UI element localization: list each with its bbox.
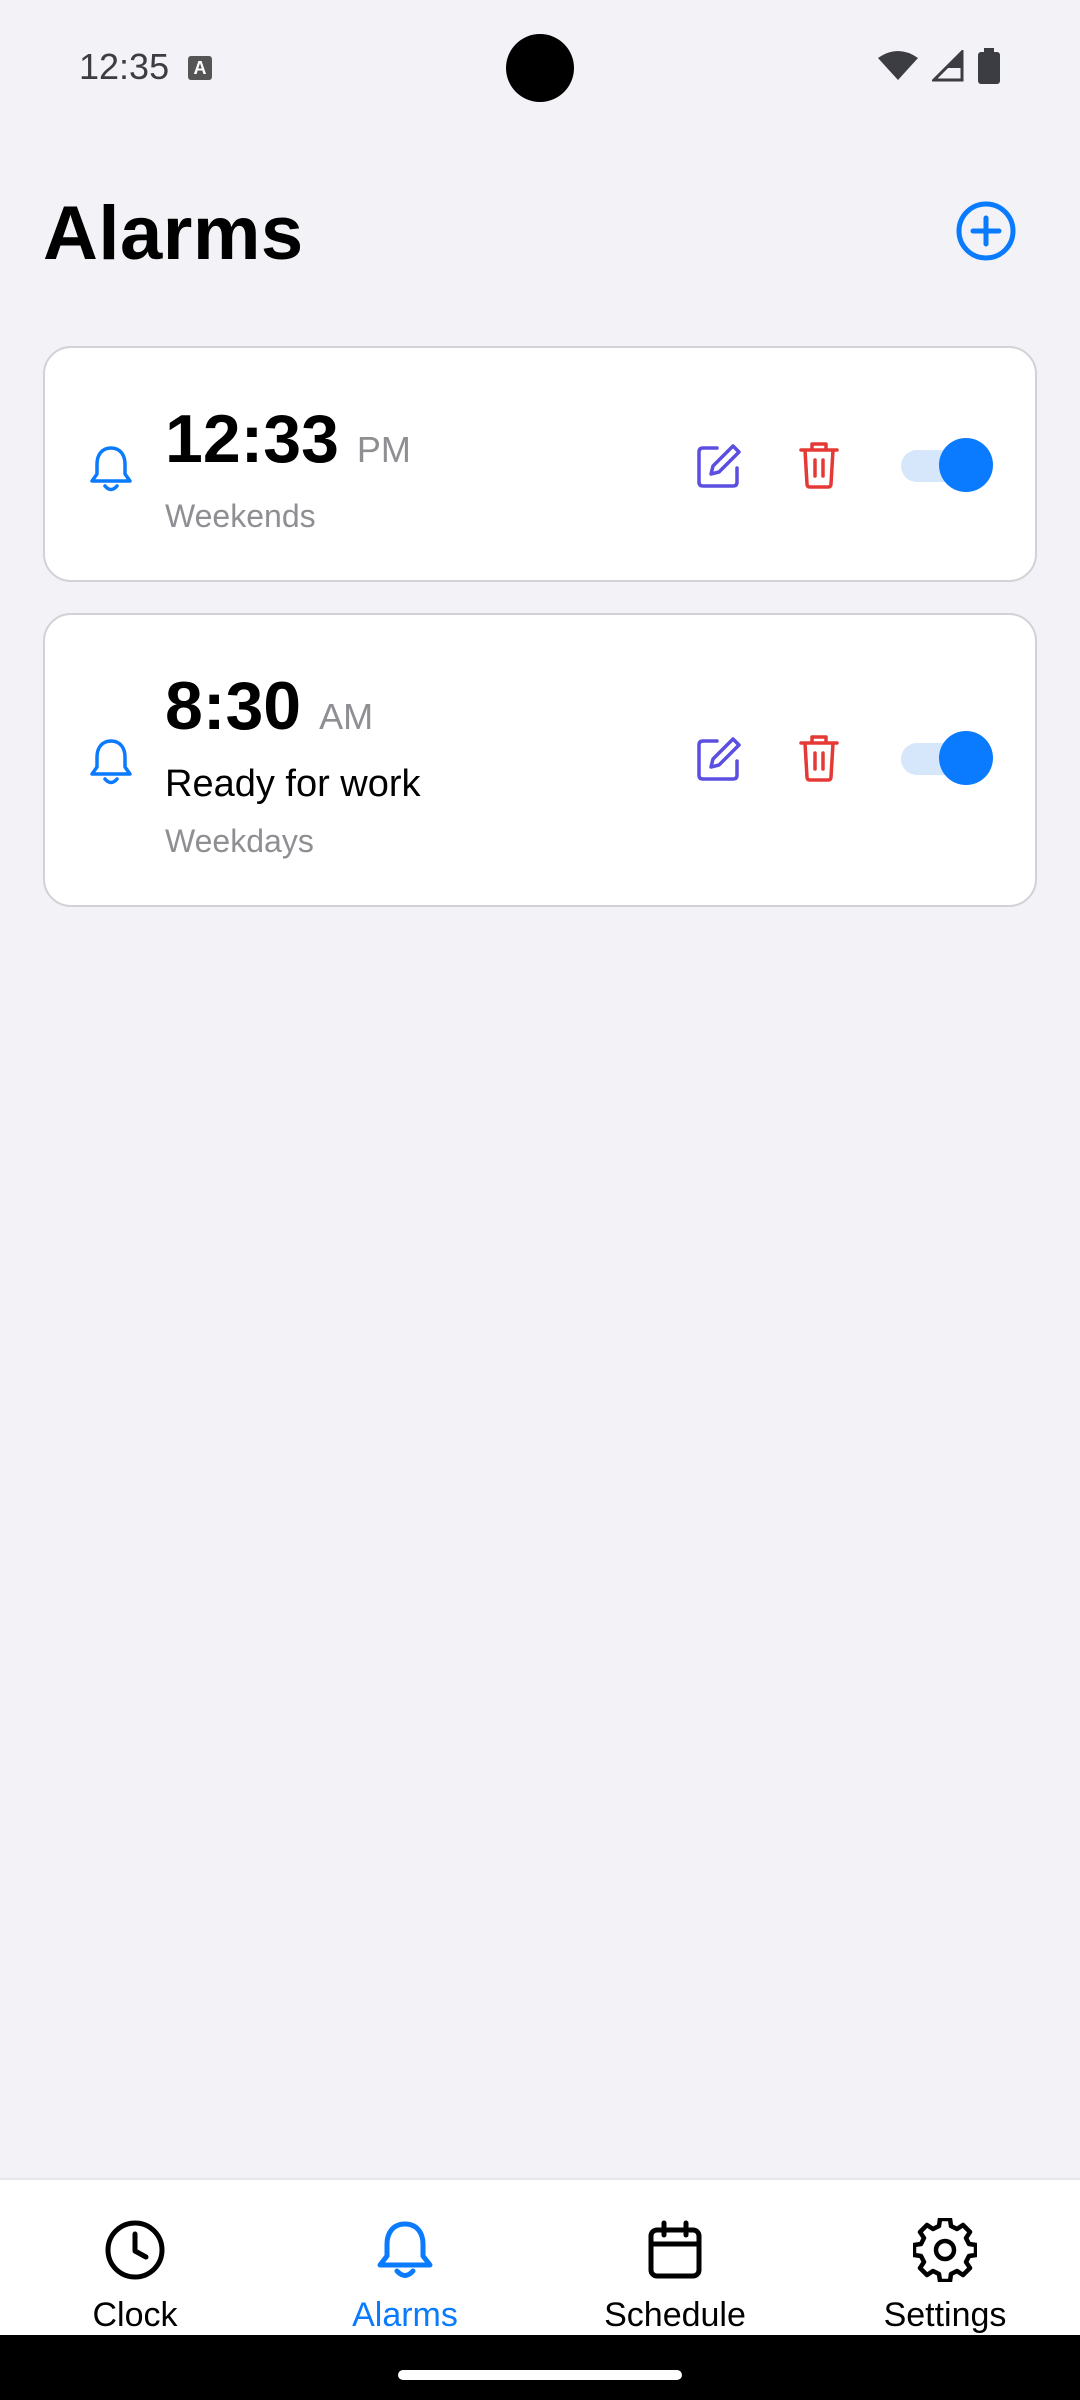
alarm-toggle[interactable] xyxy=(901,731,993,785)
page-title: Alarms xyxy=(43,191,304,276)
alarm-ampm: PM xyxy=(356,429,411,470)
calendar-icon xyxy=(648,2220,702,2279)
status-bar: 12:35 A xyxy=(0,0,1080,130)
nav-label: Alarms xyxy=(352,2296,458,2334)
wifi-icon xyxy=(878,51,918,80)
toggle-knob xyxy=(939,438,993,492)
nav-item-clock[interactable]: Clock xyxy=(0,2180,270,2337)
nav-item-settings[interactable]: Settings xyxy=(810,2180,1080,2337)
bottom-nav: Clock Alarms Schedule Settings xyxy=(0,2178,1080,2337)
alarm-time-row: 8:30 AM xyxy=(165,667,373,745)
alarm-label: Ready for work xyxy=(165,763,421,805)
gear-icon xyxy=(913,2218,977,2282)
alarm-card[interactable]: 12:33 PM Weekends xyxy=(43,346,1037,582)
alarm-time-row: 12:33 PM xyxy=(165,400,411,478)
alarm-time: 12:33 xyxy=(165,401,339,477)
alarm-toggle[interactable] xyxy=(901,438,993,492)
gesture-bar xyxy=(0,2335,1080,2400)
edit-icon[interactable] xyxy=(695,735,743,783)
status-time: 12:35 xyxy=(79,46,170,87)
add-alarm-button[interactable] xyxy=(955,200,1017,262)
keyboard-notification-icon: A xyxy=(188,56,212,80)
delete-icon[interactable] xyxy=(797,440,841,490)
status-icons xyxy=(878,48,1000,84)
bell-icon xyxy=(377,2221,433,2278)
nav-item-alarms[interactable]: Alarms xyxy=(270,2180,540,2337)
delete-icon[interactable] xyxy=(797,733,841,783)
nav-label: Schedule xyxy=(604,2296,746,2334)
camera-cutout xyxy=(506,34,574,102)
battery-icon xyxy=(978,48,1000,84)
clock-icon xyxy=(105,2220,165,2280)
cell-signal-icon xyxy=(932,50,964,82)
nav-label: Settings xyxy=(883,2296,1007,2334)
edit-icon[interactable] xyxy=(695,442,743,490)
alarm-time: 8:30 xyxy=(165,668,302,744)
nav-label: Clock xyxy=(92,2296,178,2334)
bell-icon xyxy=(90,739,132,785)
alarm-ampm: AM xyxy=(319,696,374,737)
alarm-repeat: Weekends xyxy=(165,498,316,534)
bell-icon xyxy=(90,446,132,492)
alarm-card[interactable]: 8:30 AM Ready for work Weekdays xyxy=(43,613,1037,907)
nav-item-schedule[interactable]: Schedule xyxy=(540,2180,810,2337)
toggle-knob xyxy=(939,731,993,785)
home-gesture-handle[interactable] xyxy=(398,2370,682,2380)
alarm-repeat: Weekdays xyxy=(165,823,314,859)
